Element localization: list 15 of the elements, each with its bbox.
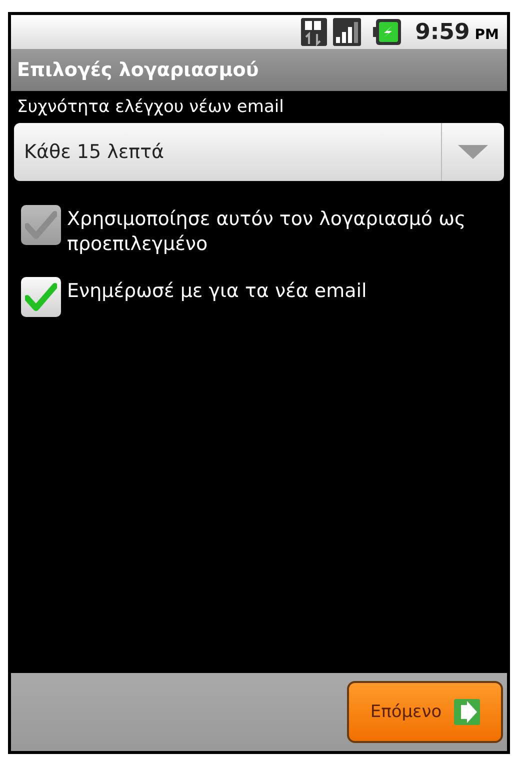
network-3g-icon [301, 18, 328, 46]
option-label: Χρησιμοποίησε αυτόν τον λογαριασμό ως προεπιλεγμένο [67, 207, 467, 257]
battery-charging-icon [373, 19, 402, 45]
checkmark-icon [25, 211, 57, 239]
signal-icon [333, 18, 362, 46]
screen-title: Επιλογές λογαριασμού [11, 49, 507, 91]
checkbox[interactable] [21, 277, 61, 317]
arrow-right-icon [454, 699, 480, 725]
option-label: Ενημέρωσέ με για τα νέα email [67, 279, 367, 304]
frequency-label: Συχνότητα ελέγχου νέων email [16, 96, 285, 119]
next-button[interactable]: Επόμενο [347, 681, 503, 743]
checkmark-icon [25, 283, 57, 311]
clock-time: 9:59 PM [415, 20, 499, 44]
frequency-dropdown[interactable]: Κάθε 15 λεπτά [14, 123, 504, 181]
dropdown-caret-icon [458, 145, 488, 159]
